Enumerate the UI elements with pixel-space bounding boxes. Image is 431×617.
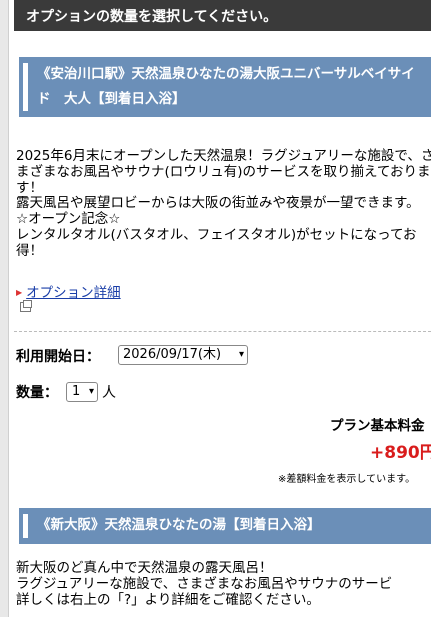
title-accent-bar [23,514,28,538]
option-description: 2025年6月末にオープンした天然温泉！ラグジュアリーな施設で、さまざまなお風呂… [16,148,431,259]
option-description-2: 新大阪のど真ん中で天然温泉の露天風呂！ ラグジュアリーな施設で、さまざまなお風呂… [16,560,393,608]
start-date-label: 利用開始日： [16,349,100,365]
price-title: プラン基本料金 [330,418,425,434]
page-header: オプションの数量を選択してください。 [14,0,431,31]
left-rail [0,0,9,617]
bullet-triangle-icon: ▶ [16,288,23,297]
option-detail-row: ▶ オプション詳細 [16,281,121,301]
page-header-title: オプションの数量を選択してください。 [26,9,278,25]
option-title: 《安治川口駅》天然温泉ひなたの湯大阪ユニバーサルベイサイド 大人【到着日入浴】 [37,66,415,107]
option-title-2: 《新大阪》天然温泉ひなたの湯【到着日入浴】 [37,517,321,533]
start-date-select[interactable]: 2026/09/17(木) ▾ [118,345,248,365]
quantity-value: 1 [72,384,81,399]
external-window-icon[interactable] [20,300,32,312]
title-accent-bar [23,63,28,111]
section-divider [14,331,431,332]
start-date-value: 2026/09/17(木) [123,347,222,362]
option-title-bar: 《安治川口駅》天然温泉ひなたの湯大阪ユニバーサルベイサイド 大人【到着日入浴】 [14,57,431,117]
option-title-bar-2: 《新大阪》天然温泉ひなたの湯【到着日入浴】 [14,508,431,544]
quantity-label: 数量： [16,385,58,401]
quantity-unit: 人 [102,385,116,401]
quantity-select[interactable]: 1 ▾ [66,382,98,402]
chevron-down-icon: ▾ [238,349,244,360]
chevron-down-icon: ▾ [88,386,94,397]
price-value: +890円 [370,443,431,463]
price-note: ※差額料金を表示しています。 [278,474,416,485]
option-detail-link[interactable]: オプション詳細 [26,285,121,301]
